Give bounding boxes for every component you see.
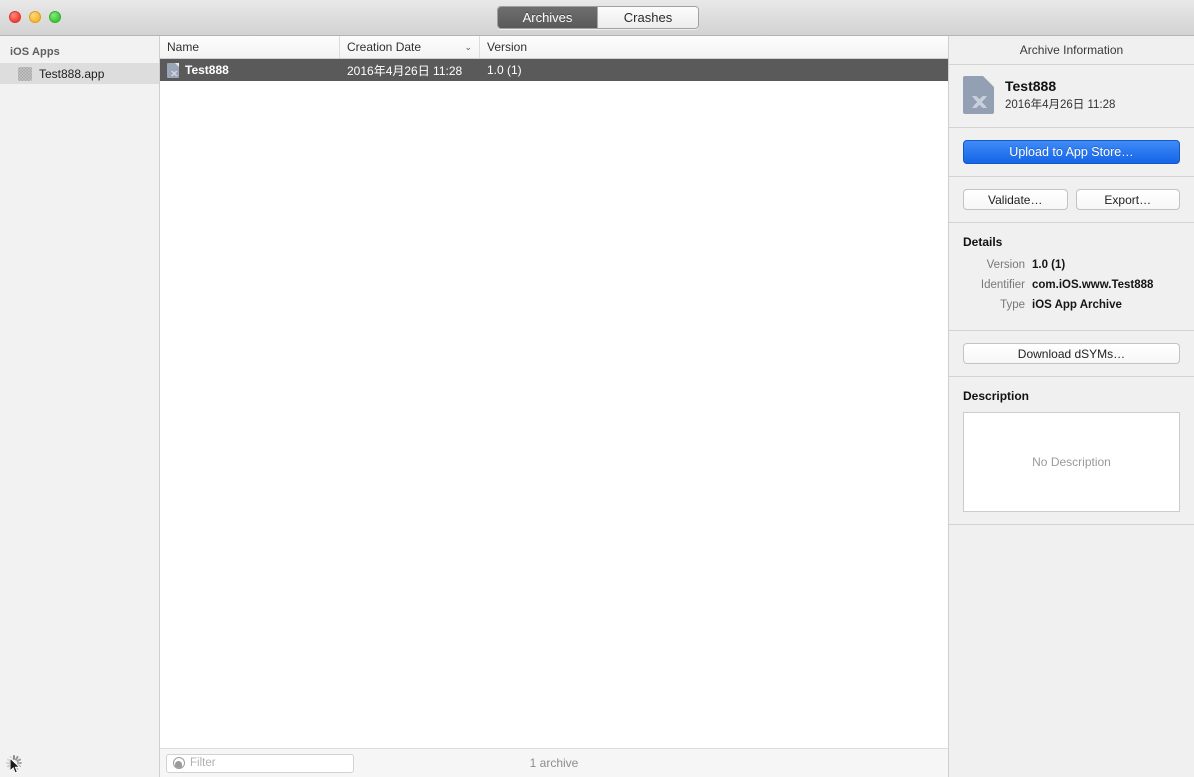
filter-placeholder: Filter <box>190 757 216 769</box>
sidebar-item-test888-app[interactable]: Test888.app <box>0 63 159 84</box>
description-title: Description <box>963 389 1030 403</box>
filter-input[interactable]: Filter <box>166 753 354 773</box>
detail-row-version: Version 1.0 (1) <box>963 258 1180 273</box>
details-title: Details <box>963 235 1003 249</box>
dsyms-section: Download dSYMs… <box>949 331 1194 377</box>
detail-value-type: iOS App Archive <box>1032 299 1122 311</box>
sidebar-group-ios-apps: iOS Apps <box>10 46 60 58</box>
window-body: iOS Apps Test888.app Name Creation Date … <box>0 36 1194 777</box>
sidebar-item-label: Test888.app <box>39 66 105 81</box>
table-footer: Filter 1 archive <box>160 748 948 777</box>
detail-label-version: Version <box>986 259 1025 271</box>
inspector-title: Archive Information <box>949 36 1194 65</box>
zoom-window-button[interactable] <box>49 11 61 23</box>
sidebar: iOS Apps Test888.app <box>0 36 160 777</box>
progress-spinner-icon <box>6 754 22 771</box>
archive-name: Test888 <box>1005 78 1057 94</box>
tab-crashes[interactable]: Crashes <box>598 7 698 28</box>
export-button[interactable]: Export… <box>1075 189 1180 210</box>
archive-document-icon <box>963 76 994 114</box>
archive-date: 2016年4月26日 11:28 <box>1005 99 1116 111</box>
description-textarea[interactable]: No Description <box>963 412 1180 512</box>
detail-value-identifier: com.iOS.www.Test888 <box>1032 279 1154 291</box>
inspector-pane: Archive Information Test888 2016年4月26日 1… <box>949 36 1194 777</box>
column-header-version[interactable]: Version <box>480 36 948 58</box>
column-header-name-label: Name <box>167 40 200 54</box>
sidebar-footer <box>0 748 159 777</box>
upload-to-app-store-button[interactable]: Upload to App Store… <box>963 140 1180 164</box>
archive-document-icon <box>167 62 179 78</box>
filter-icon <box>173 757 185 769</box>
chevron-down-icon: ⌄ <box>464 41 472 52</box>
upload-section: Upload to App Store… <box>949 128 1194 177</box>
archive-summary: Test888 2016年4月26日 11:28 <box>949 65 1194 128</box>
download-dsyms-button[interactable]: Download dSYMs… <box>963 343 1180 364</box>
organizer-window: Archives Crashes iOS Apps Test888.app Na… <box>0 0 1194 777</box>
app-grid-icon <box>18 66 32 81</box>
table-header: Name Creation Date ⌄ Version <box>160 36 948 59</box>
sidebar-list: iOS Apps Test888.app <box>0 36 159 748</box>
table-body: Test888 2016年4月26日 11:28 1.0 (1) <box>160 59 948 748</box>
validate-button[interactable]: Validate… <box>963 189 1068 210</box>
cell-creation-date: 2016年4月26日 11:28 <box>347 63 463 78</box>
detail-row-type: Type iOS App Archive <box>963 298 1180 313</box>
column-header-creation-date-label: Creation Date <box>347 40 422 54</box>
validate-export-section: Validate… Export… <box>949 177 1194 223</box>
cell-name-label: Test888 <box>185 63 229 77</box>
view-switcher: Archives Crashes <box>497 6 699 29</box>
tab-archives[interactable]: Archives <box>498 7 598 28</box>
detail-row-identifier: Identifier com.iOS.www.Test888 <box>963 278 1180 293</box>
column-header-version-label: Version <box>487 40 528 54</box>
cell-name: Test888 <box>160 62 340 78</box>
column-header-name[interactable]: Name <box>160 36 340 58</box>
detail-value-version: 1.0 (1) <box>1032 259 1066 271</box>
close-window-button[interactable] <box>9 11 21 23</box>
window-controls <box>9 11 61 23</box>
detail-label-identifier: Identifier <box>980 279 1025 291</box>
inspector-filler <box>949 525 1194 777</box>
description-section: Description No Description <box>949 377 1194 525</box>
minimize-window-button[interactable] <box>29 11 41 23</box>
titlebar: Archives Crashes <box>0 0 1194 36</box>
cell-version: 1.0 (1) <box>487 63 522 77</box>
archives-list-pane: Name Creation Date ⌄ Version Test888 201… <box>160 36 949 777</box>
detail-label-type: Type <box>1000 299 1025 311</box>
table-row[interactable]: Test888 2016年4月26日 11:28 1.0 (1) <box>160 59 948 81</box>
description-empty-label: No Description <box>1032 455 1111 469</box>
details-section: Details Version 1.0 (1) Identifier com.i… <box>949 223 1194 331</box>
column-header-creation-date[interactable]: Creation Date ⌄ <box>340 36 480 58</box>
